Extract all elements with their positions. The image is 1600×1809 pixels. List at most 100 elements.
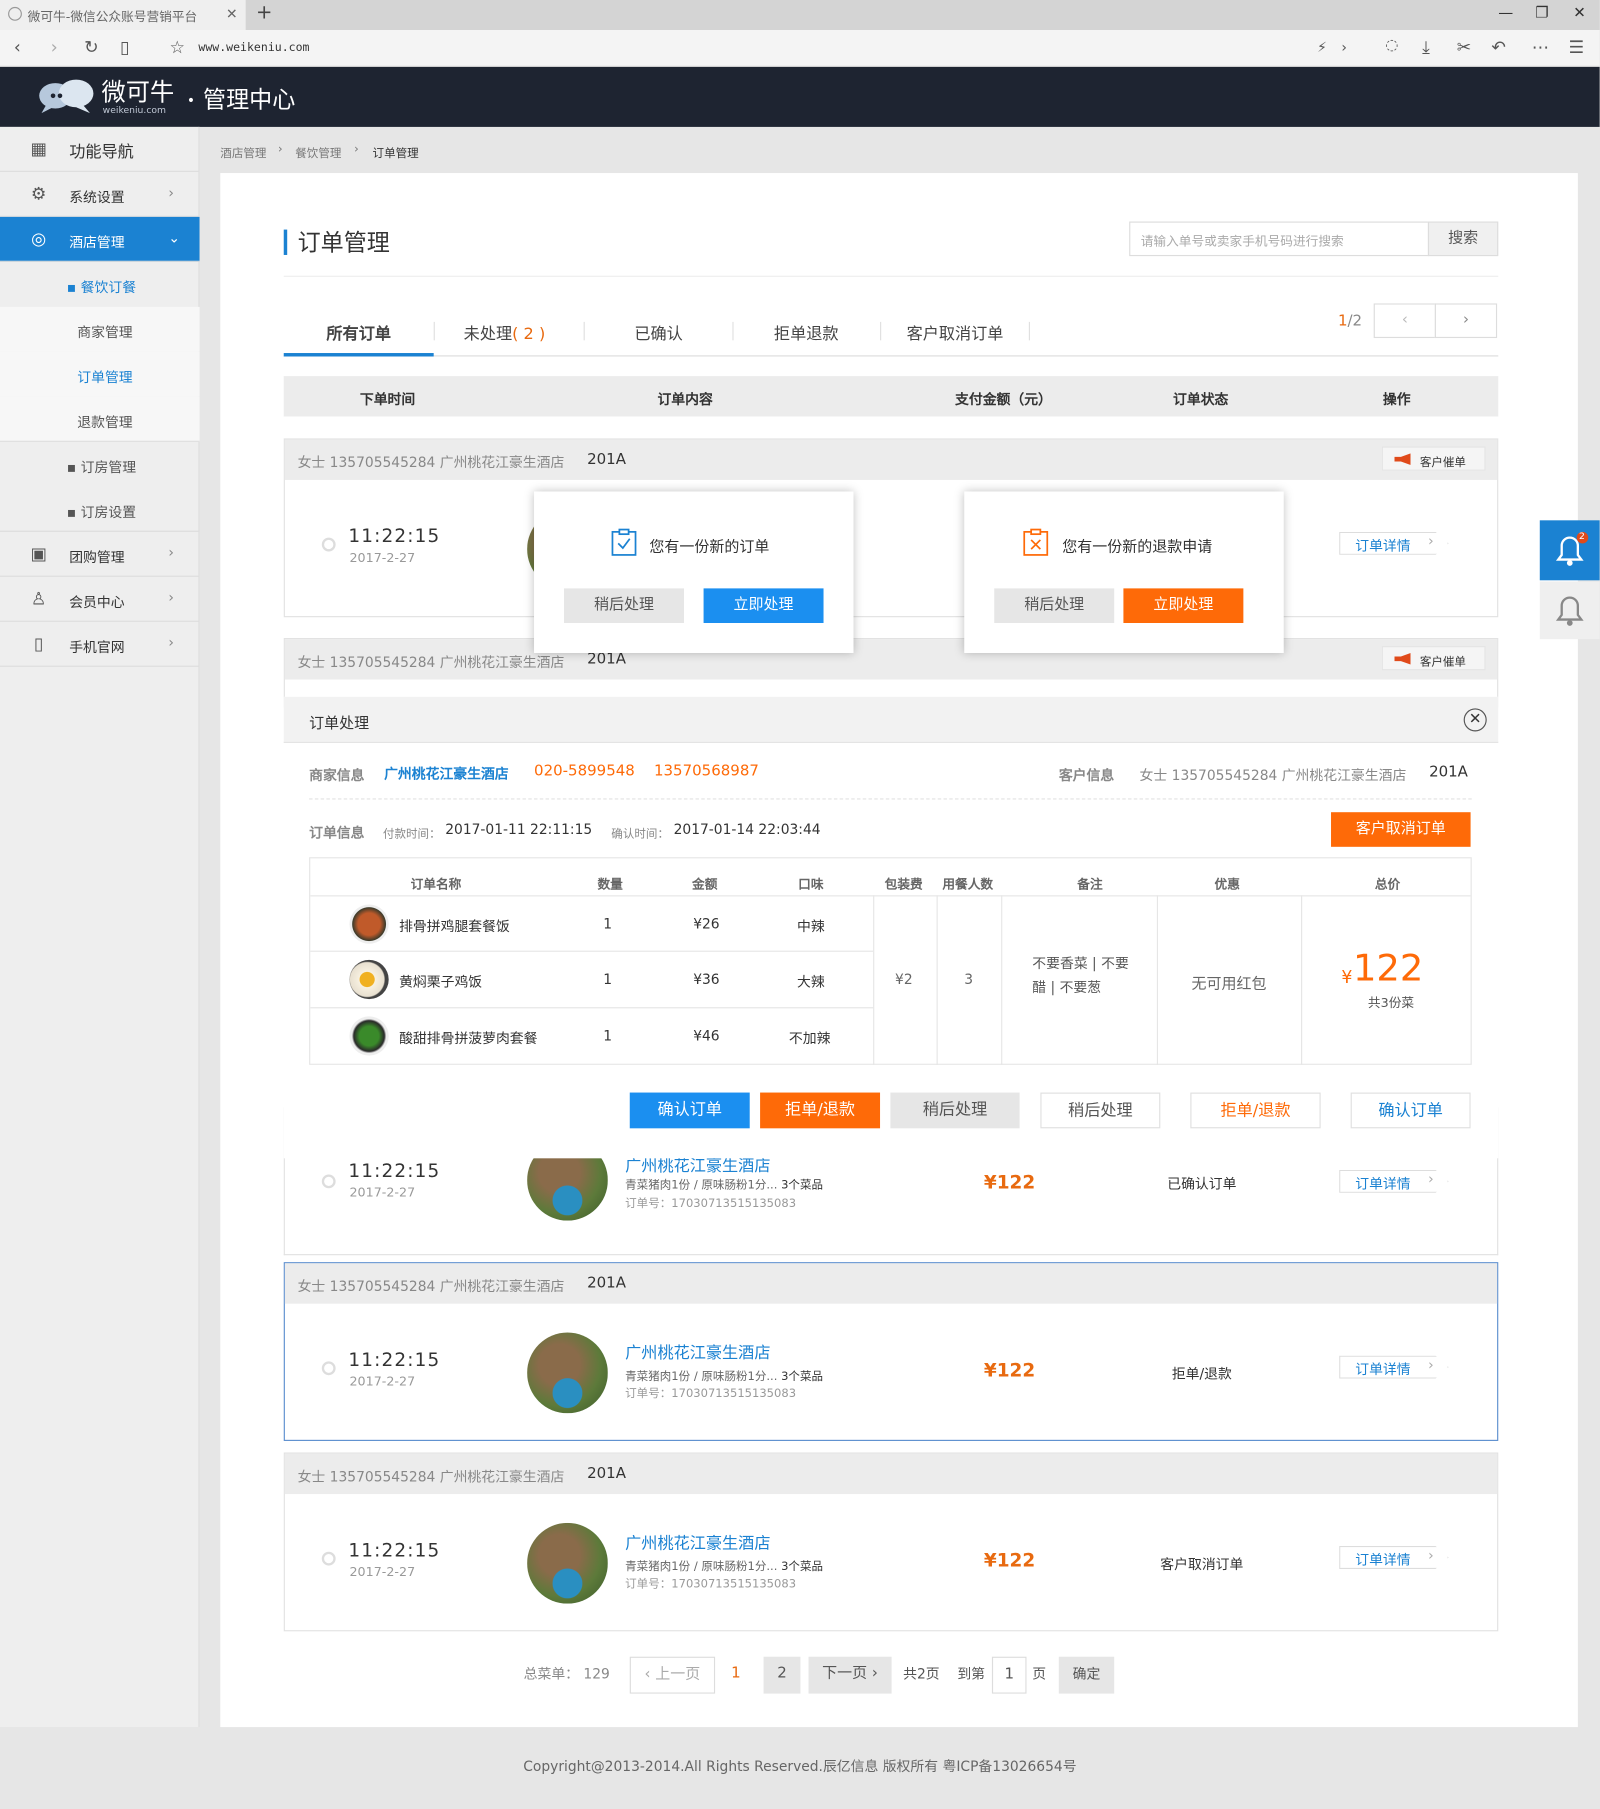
search-button[interactable]: 搜索 [1427,221,1499,257]
divider [873,895,875,1065]
sidebar-item-mobile[interactable]: ▯ 手机官网 › [0,622,200,667]
gift-icon: ▣ [30,543,47,565]
forward-icon[interactable]: › [51,37,58,58]
customer-cancel-button[interactable]: 客户取消订单 [1331,812,1471,847]
tab-confirmed[interactable]: 已确认 [634,322,682,345]
later-button[interactable]: 稍后处理 [564,588,684,623]
page-input[interactable]: 1 [991,1656,1027,1694]
breadcrumb-hotel[interactable]: 酒店管理 [220,143,266,161]
star-icon[interactable]: ☆ [170,37,186,58]
next-page-link[interactable]: 下一页 › [808,1656,892,1694]
clipboard-x-icon [1023,528,1049,556]
notification-bell[interactable] [1539,581,1600,640]
sidebar-item-room[interactable]: ▪ 订房管理 [0,442,200,487]
process-now-button[interactable]: 立即处理 [703,588,824,623]
order-detail-button[interactable]: 订单详情 [1339,531,1449,555]
remark: 不要香菜 | 不要醋 | 不要葱 [1032,955,1129,996]
tab-separator [732,321,734,341]
more-arrow-icon[interactable]: › [1341,39,1347,55]
order-detail-button[interactable]: 订单详情 [1339,1355,1449,1379]
minimize-icon[interactable]: — [1498,5,1513,22]
globe-icon [8,6,22,21]
divider [283,275,1499,277]
page-2[interactable]: 2 [763,1656,801,1694]
dish-table: 订单名称 数量 金额 口味 包装费 用餐人数 备注 优惠 总价 排骨拼鸡腿套餐饭… [309,857,1472,1065]
reject-refund-button[interactable]: 拒单/退款 [760,1092,881,1129]
hotel-photo [527,1332,608,1414]
tab-pending[interactable]: 未处理( 2 ) [464,322,546,345]
tab-all[interactable]: 所有订单 [326,322,391,345]
scissors-icon[interactable]: ✂ [1457,37,1472,58]
dish-row: 排骨拼鸡腿套餐饭 1 ¥26 中辣 [310,896,873,951]
breadcrumb-dining[interactable]: 餐饮管理 [295,143,341,161]
tab-title: 微可牛-微信公众账号营销平台 [27,9,198,25]
hotel-icon: ◎ [31,228,47,250]
order-process-modal: 订单处理 ✕ 商家信息 广州桃花江豪生酒店 020-5899548 135705… [283,696,1499,1159]
confirm-order-outline-button[interactable]: 确认订单 [1350,1092,1471,1129]
later-button[interactable]: 稍后处理 [890,1092,1020,1129]
phone-icon: ▯ [33,633,44,655]
close-icon[interactable]: ✕ [1463,708,1487,732]
divider [1001,895,1003,1065]
sidebar-item-hotel[interactable]: ◎ 酒店管理 ⌄ [0,216,200,262]
sidebar-item-group[interactable]: ▣ 团购管理 › [0,532,200,577]
order-detail-button[interactable]: 订单详情 [1339,1169,1449,1193]
menu-icon[interactable]: ☰ [1569,37,1585,58]
user-icon: ♙ [30,588,47,610]
confirm-order-button[interactable]: 确认订单 [629,1092,750,1129]
sidebar-item-settings[interactable]: ⚙ 系统设置 › [0,172,200,217]
goto-confirm-button[interactable]: 确定 [1058,1656,1115,1694]
dish-photo [349,904,389,944]
sidebar-item-room-settings[interactable]: ▪ 订房设置 [0,487,200,532]
grid-icon: ▦ [30,138,47,160]
sidebar-item-merchant[interactable]: 商家管理 [0,306,200,352]
reject-refund-outline-button[interactable]: 拒单/退款 [1190,1092,1321,1129]
logo-icon [39,79,94,114]
browser-tab[interactable]: 微可牛-微信公众账号营销平台 ✕ [0,0,246,30]
clock-icon [321,1174,336,1189]
restore-icon[interactable]: ❐ [1535,5,1548,22]
sidebar-item-orders[interactable]: 订单管理 [0,351,200,397]
flash-icon[interactable]: ⚡ [1317,39,1327,55]
order-desc: 青菜猪肉1份 / 原味肠粉1分... 3个菜品 [625,1179,824,1192]
next-page-button[interactable]: › [1434,303,1498,339]
sidebar-item-nav[interactable]: ▦ 功能导航 [0,127,200,172]
reload-icon[interactable]: ↻ [84,37,99,58]
search-input[interactable]: 请输入单号或卖家手机号码进行搜索 [1129,221,1430,257]
window-close-icon[interactable]: ✕ [1573,5,1586,22]
prev-page-button[interactable]: ‹ [1373,303,1436,339]
later-button[interactable]: 稍后处理 [994,588,1115,623]
process-now-button[interactable]: 立即处理 [1123,588,1244,623]
order-detail-button[interactable]: 订单详情 [1339,1545,1449,1570]
divider [936,895,938,1065]
sidebar-item-member[interactable]: ♙ 会员中心 › [0,577,200,622]
breadcrumb-sep: › [354,143,359,156]
tab-refund[interactable]: 拒单退款 [774,322,839,345]
prev-page-link[interactable]: ‹ 上一页 [629,1656,716,1694]
divider [1156,895,1159,1065]
chevron-right-icon: › [168,184,174,201]
tab-baseline [283,355,1499,357]
total-dishes: 共3份菜 [1367,995,1415,1011]
undo-icon[interactable]: ↶ [1491,37,1506,58]
back-icon[interactable]: ‹ [14,37,21,58]
page-indicator: 1/2 [1337,312,1363,330]
download-icon[interactable]: ⤓ [1422,37,1430,58]
urge-badge: 客户催单 [1381,646,1486,671]
reader-icon[interactable]: ▯ [120,37,130,58]
later-outline-button[interactable]: 稍后处理 [1040,1092,1161,1129]
sidebar-item-dining[interactable]: ▪ 餐饮订餐 [0,262,200,307]
notification-bell-active[interactable]: 2 [1539,520,1600,581]
close-tab-icon[interactable]: ✕ [226,6,238,22]
tab-cancel[interactable]: 客户取消订单 [907,322,1004,345]
url-field[interactable]: www.weikeniu.com [198,42,309,55]
total-count: 总菜单： 129 [523,1665,610,1683]
new-tab-icon[interactable]: + [256,1,272,24]
sidebar-item-refund[interactable]: 退款管理 [0,396,200,442]
chat-icon[interactable]: ◌ [1385,37,1398,54]
page-1[interactable]: 1 [723,1657,748,1694]
page-title: 订单管理 [283,229,390,255]
more-icon[interactable]: ⋯ [1532,37,1549,58]
total-price: 122 [1352,946,1424,990]
page-total: 共2页 [903,1665,940,1683]
